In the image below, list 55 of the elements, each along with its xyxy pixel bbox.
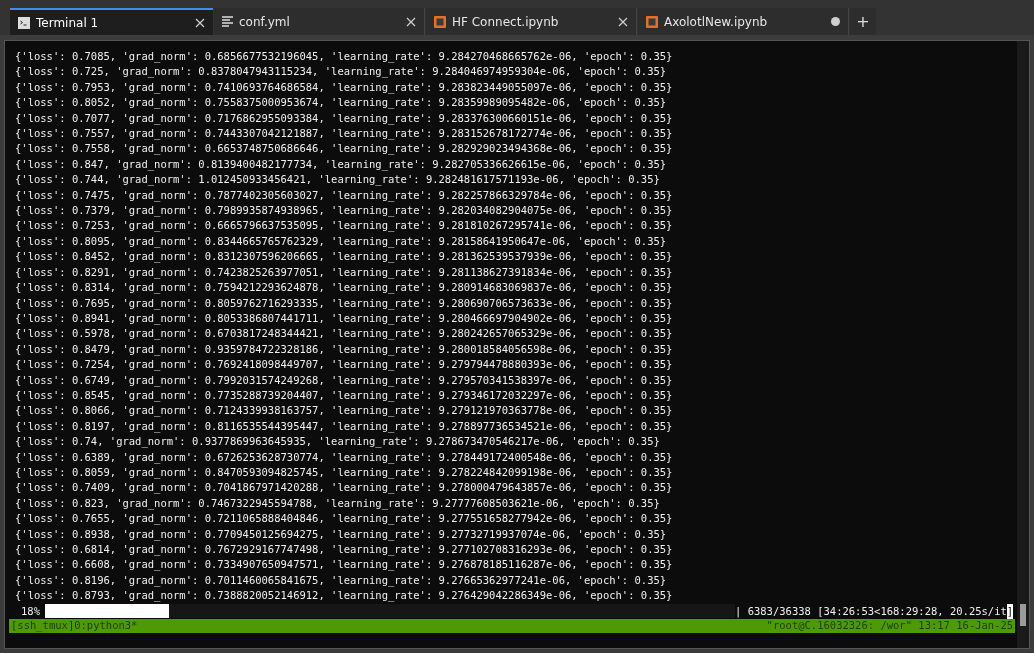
log-line: {'loss': 0.7254, 'grad_norm': 0.7692418098449707, 'learning_rate': 9.279794478880393e-06, 'epoch': 0.35}	[15, 357, 673, 373]
log-line: {'loss': 0.744, 'grad_norm': 1.012450933456421, 'learning_rate': 9.282481617571193e-06, 'epoch': 0.35}	[15, 172, 660, 188]
text-lines-icon	[222, 16, 233, 27]
scrollbar-thumb[interactable]	[1020, 604, 1026, 626]
log-line: {'loss': 0.74, 'grad_norm': 0.9377869963645935, 'learning_rate': 9.278673470546217e-06, 'epoch': 0.35}	[15, 434, 660, 450]
progress-reading: | 6383/36338 [34:26:53<168:29:28, 20.25s/it	[735, 603, 1007, 620]
progress-percent: 18%	[20, 603, 41, 619]
log-line: {'loss': 0.8452, 'grad_norm': 0.8312307596206665, 'learning_rate': 9.281362539537939e-06, 'epoch': 0.35}	[15, 249, 673, 265]
log-line: {'loss': 0.7475, 'grad_norm': 0.7877402305603027, 'learning_rate': 9.282257866329784e-06, 'epoch': 0.35}	[15, 187, 673, 204]
log-line: {'loss': 0.6814, 'grad_norm': 0.7672929167747498, 'learning_rate': 9.277102708316293e-06, 'epoch': 0.35}	[15, 542, 673, 558]
log-line: {'loss': 0.6389, 'grad_norm': 0.6726253628730774, 'learning_rate': 9.278449172400548e-06, 'epoch': 0.35}	[15, 449, 673, 465]
status-left: [ssh_tmux]0:python3*	[11, 618, 138, 634]
log-line: {'loss': 0.7253, 'grad_norm': 0.6665796637535095, 'learning_rate': 9.281810267295741e-06, 'epoch': 0.35}	[15, 218, 673, 234]
log-line: {'loss': 0.8793, 'grad_norm': 0.7388820052146912, 'learning_rate': 9.276429042286349e-06, 'epoch': 0.35}	[15, 588, 673, 604]
log-line: {'loss': 0.8052, 'grad_norm': 0.7558375000953674, 'learning_rate': 9.28359989095482e-06, 'epoch': 0.35}	[15, 95, 667, 111]
log-line: {'loss': 0.8095, 'grad_norm': 0.8344665765762329, 'learning_rate': 9.28158641950647e-06, 'epoch': 0.35}	[15, 233, 667, 250]
terminal-icon	[18, 16, 30, 29]
log-line: {'loss': 0.8066, 'grad_norm': 0.7124339938163757, 'learning_rate': 9.279121970363778e-06, 'epoch': 0.35}	[15, 403, 673, 419]
log-line: {'loss': 0.8545, 'grad_norm': 0.7735288739204407, 'learning_rate': 9.279346172032297e-06, 'epoch': 0.35}	[15, 387, 673, 404]
status-right: "root@C.16032326: /wor" 13:17 16-Jan-25	[766, 618, 1014, 634]
log-line: {'loss': 0.8314, 'grad_norm': 0.7594212293624878, 'learning_rate': 9.280914683069837e-06, 'epoch': 0.35}	[15, 280, 673, 296]
log-line: {'loss': 0.725, 'grad_norm': 0.8378047943115234, 'learning_rate': 9.284046974959304e-06, 'epoch': 0.35}	[15, 64, 667, 80]
log-line: {'loss': 0.7085, 'grad_norm': 0.6856677532196045, 'learning_rate': 9.284270468665762e-06, 'epoch': 0.35}	[15, 49, 673, 65]
tab[interactable]: conf.yml	[214, 8, 425, 35]
log-line: {'loss': 0.8059, 'grad_norm': 0.8470593094825745, 'learning_rate': 9.278224842099198e-06, 'epoch': 0.35}	[15, 464, 673, 481]
log-line: {'loss': 0.7077, 'grad_norm': 0.7176862955093384, 'learning_rate': 9.283376300660151e-06, 'epoch': 0.35}	[15, 110, 673, 127]
close-icon[interactable]	[406, 16, 416, 27]
log-line: {'loss': 0.847, 'grad_norm': 0.8139400482177734, 'learning_rate': 9.282705336626615e-06, 'epoch': 0.35}	[15, 156, 667, 173]
log-line: {'loss': 0.823, 'grad_norm': 0.7467322945594788, 'learning_rate': 9.27777608503621e-06, 'epoch': 0.35}	[15, 495, 660, 512]
tab[interactable]: AxolotlNew.ipynb	[638, 8, 849, 35]
log-line: {'loss': 0.7655, 'grad_norm': 0.7211065888404846, 'learning_rate': 9.277551658277942e-06, 'epoch': 0.35}	[15, 511, 673, 527]
new-tab-button[interactable]: +	[850, 8, 876, 35]
notebook-icon	[646, 15, 658, 28]
tab[interactable]: HF Connect.ipynb	[426, 8, 637, 35]
log-line: {'loss': 0.5978, 'grad_norm': 0.6703817248344421, 'learning_rate': 9.280242657065329e-06, 'epoch': 0.35}	[15, 326, 673, 342]
log-line: {'loss': 0.8938, 'grad_norm': 0.7709450125694275, 'learning_rate': 9.27732719937074e-06, 'epoch': 0.35}	[15, 526, 667, 542]
close-icon[interactable]	[195, 17, 205, 28]
log-line: {'loss': 0.7558, 'grad_norm': 0.6653748750686646, 'learning_rate': 9.282929023494368e-06, 'epoch': 0.35}	[15, 141, 673, 157]
log-line: {'loss': 0.8291, 'grad_norm': 0.7423825263977051, 'learning_rate': 9.281138627391834e-06, 'epoch': 0.35}	[15, 264, 673, 281]
log-line: {'loss': 0.8197, 'grad_norm': 0.8116535544395447, 'learning_rate': 9.278897736534521e-06, 'epoch': 0.35}	[15, 418, 673, 435]
log-line: {'loss': 0.7953, 'grad_norm': 0.7410693764686584, 'learning_rate': 9.283823449055097e-06, 'epoch': 0.35}	[15, 79, 673, 96]
cursor: ]	[1006, 603, 1014, 620]
log-line: {'loss': 0.8479, 'grad_norm': 0.9359784722328186, 'learning_rate': 9.280018584056598e-06, 'epoch': 0.35}	[15, 341, 673, 358]
log-line: {'loss': 0.6608, 'grad_norm': 0.7334907650947571, 'learning_rate': 9.276878185116287e-06, 'epoch': 0.35}	[15, 557, 673, 573]
log-line: {'loss': 0.7379, 'grad_norm': 0.7989935874938965, 'learning_rate': 9.282034082904075e-06, 'epoch': 0.35}	[15, 203, 673, 219]
log-line: {'loss': 0.7695, 'grad_norm': 0.8059762716293335, 'learning_rate': 9.280690706573633e-06, 'epoch': 0.35}	[15, 295, 673, 311]
log-line: {'loss': 0.6749, 'grad_norm': 0.7992031574249268, 'learning_rate': 9.279570341538397e-06, 'epoch': 0.35}	[15, 372, 673, 388]
log-line: {'loss': 0.8941, 'grad_norm': 0.8053386807441711, 'learning_rate': 9.280466697904902e-06, 'epoch': 0.35}	[15, 310, 673, 327]
scrollbar[interactable]	[1017, 41, 1029, 648]
notebook-icon	[434, 15, 446, 28]
close-icon[interactable]	[618, 16, 628, 27]
log-line: {'loss': 0.7409, 'grad_norm': 0.7041867971420288, 'learning_rate': 9.278000479643857e-06, 'epoch': 0.35}	[15, 480, 673, 496]
log-line: {'loss': 0.8196, 'grad_norm': 0.7011460065841675, 'learning_rate': 9.27665362977241e-06, 'epoch': 0.35}	[15, 572, 667, 589]
log-line: {'loss': 0.7557, 'grad_norm': 0.7443307042121887, 'learning_rate': 9.283152678172774e-06, 'epoch': 0.35}	[15, 126, 673, 142]
tab[interactable]: Terminal 1	[10, 8, 213, 35]
